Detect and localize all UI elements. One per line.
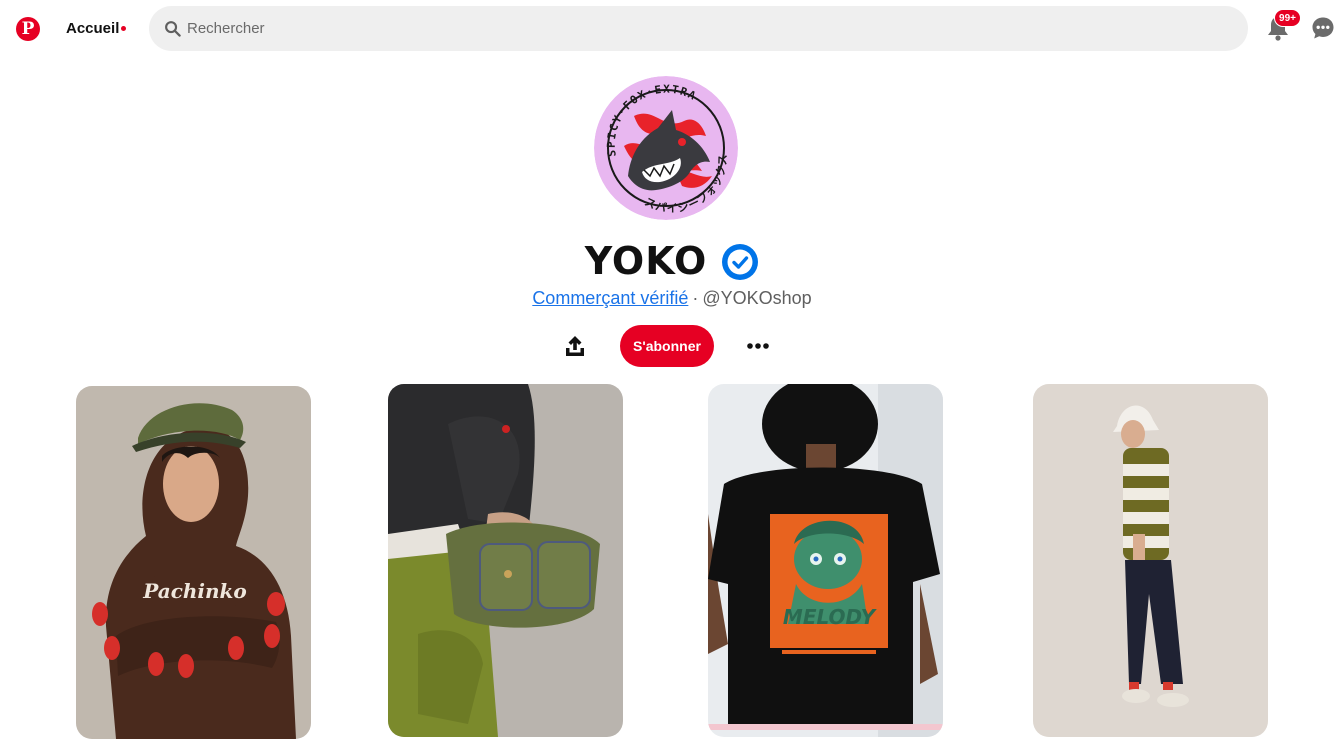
pin-image: Pachinko — [76, 386, 311, 739]
pin-image — [1033, 384, 1268, 737]
pinterest-logo-icon[interactable]: P — [16, 17, 40, 41]
verified-merchant-link[interactable]: Commerçant vérifié — [532, 288, 688, 308]
profile-avatar[interactable]: SPICY·FOX·EXTRA スパイシーフォックス — [594, 76, 738, 220]
avatar-fox-logo: SPICY·FOX·EXTRA スパイシーフォックス — [594, 76, 738, 220]
pin-image: MELODY — [708, 384, 943, 737]
pin-card-striped-tee[interactable] — [1033, 384, 1268, 737]
search-bar[interactable] — [149, 6, 1248, 51]
pin-card-olive-bag[interactable] — [388, 384, 623, 737]
hoodie-print-text: Pachinko — [142, 579, 247, 603]
meta-separator: · — [692, 288, 699, 308]
search-icon — [165, 21, 181, 37]
profile-name: YOKO — [584, 239, 708, 283]
top-navigation-bar: P Accueil 99+ — [0, 0, 1344, 58]
nav-home-unread-dot — [121, 26, 126, 31]
tee-print-text: MELODY — [783, 605, 878, 629]
pin-card-brown-hoodie[interactable]: Pachinko — [76, 386, 311, 739]
profile-meta: Commerçant vérifié · @YOKOshop — [0, 288, 1344, 309]
profile-name-row: YOKO — [0, 236, 1344, 286]
verified-check-icon — [722, 244, 759, 280]
search-input[interactable] — [187, 6, 1227, 51]
pin-image — [388, 384, 623, 737]
profile-handle: @YOKOshop — [702, 288, 812, 308]
follow-button[interactable]: S'abonner — [620, 325, 714, 367]
profile-actions: S'abonner — [0, 325, 1344, 367]
pin-card-melody-tee[interactable]: MELODY — [708, 384, 943, 737]
nav-home-link[interactable]: Accueil — [66, 20, 119, 37]
chat-icon[interactable] — [1311, 16, 1335, 40]
more-dots-icon[interactable] — [744, 334, 772, 358]
share-icon[interactable] — [563, 334, 587, 358]
notification-badge: 99+ — [1274, 9, 1301, 27]
